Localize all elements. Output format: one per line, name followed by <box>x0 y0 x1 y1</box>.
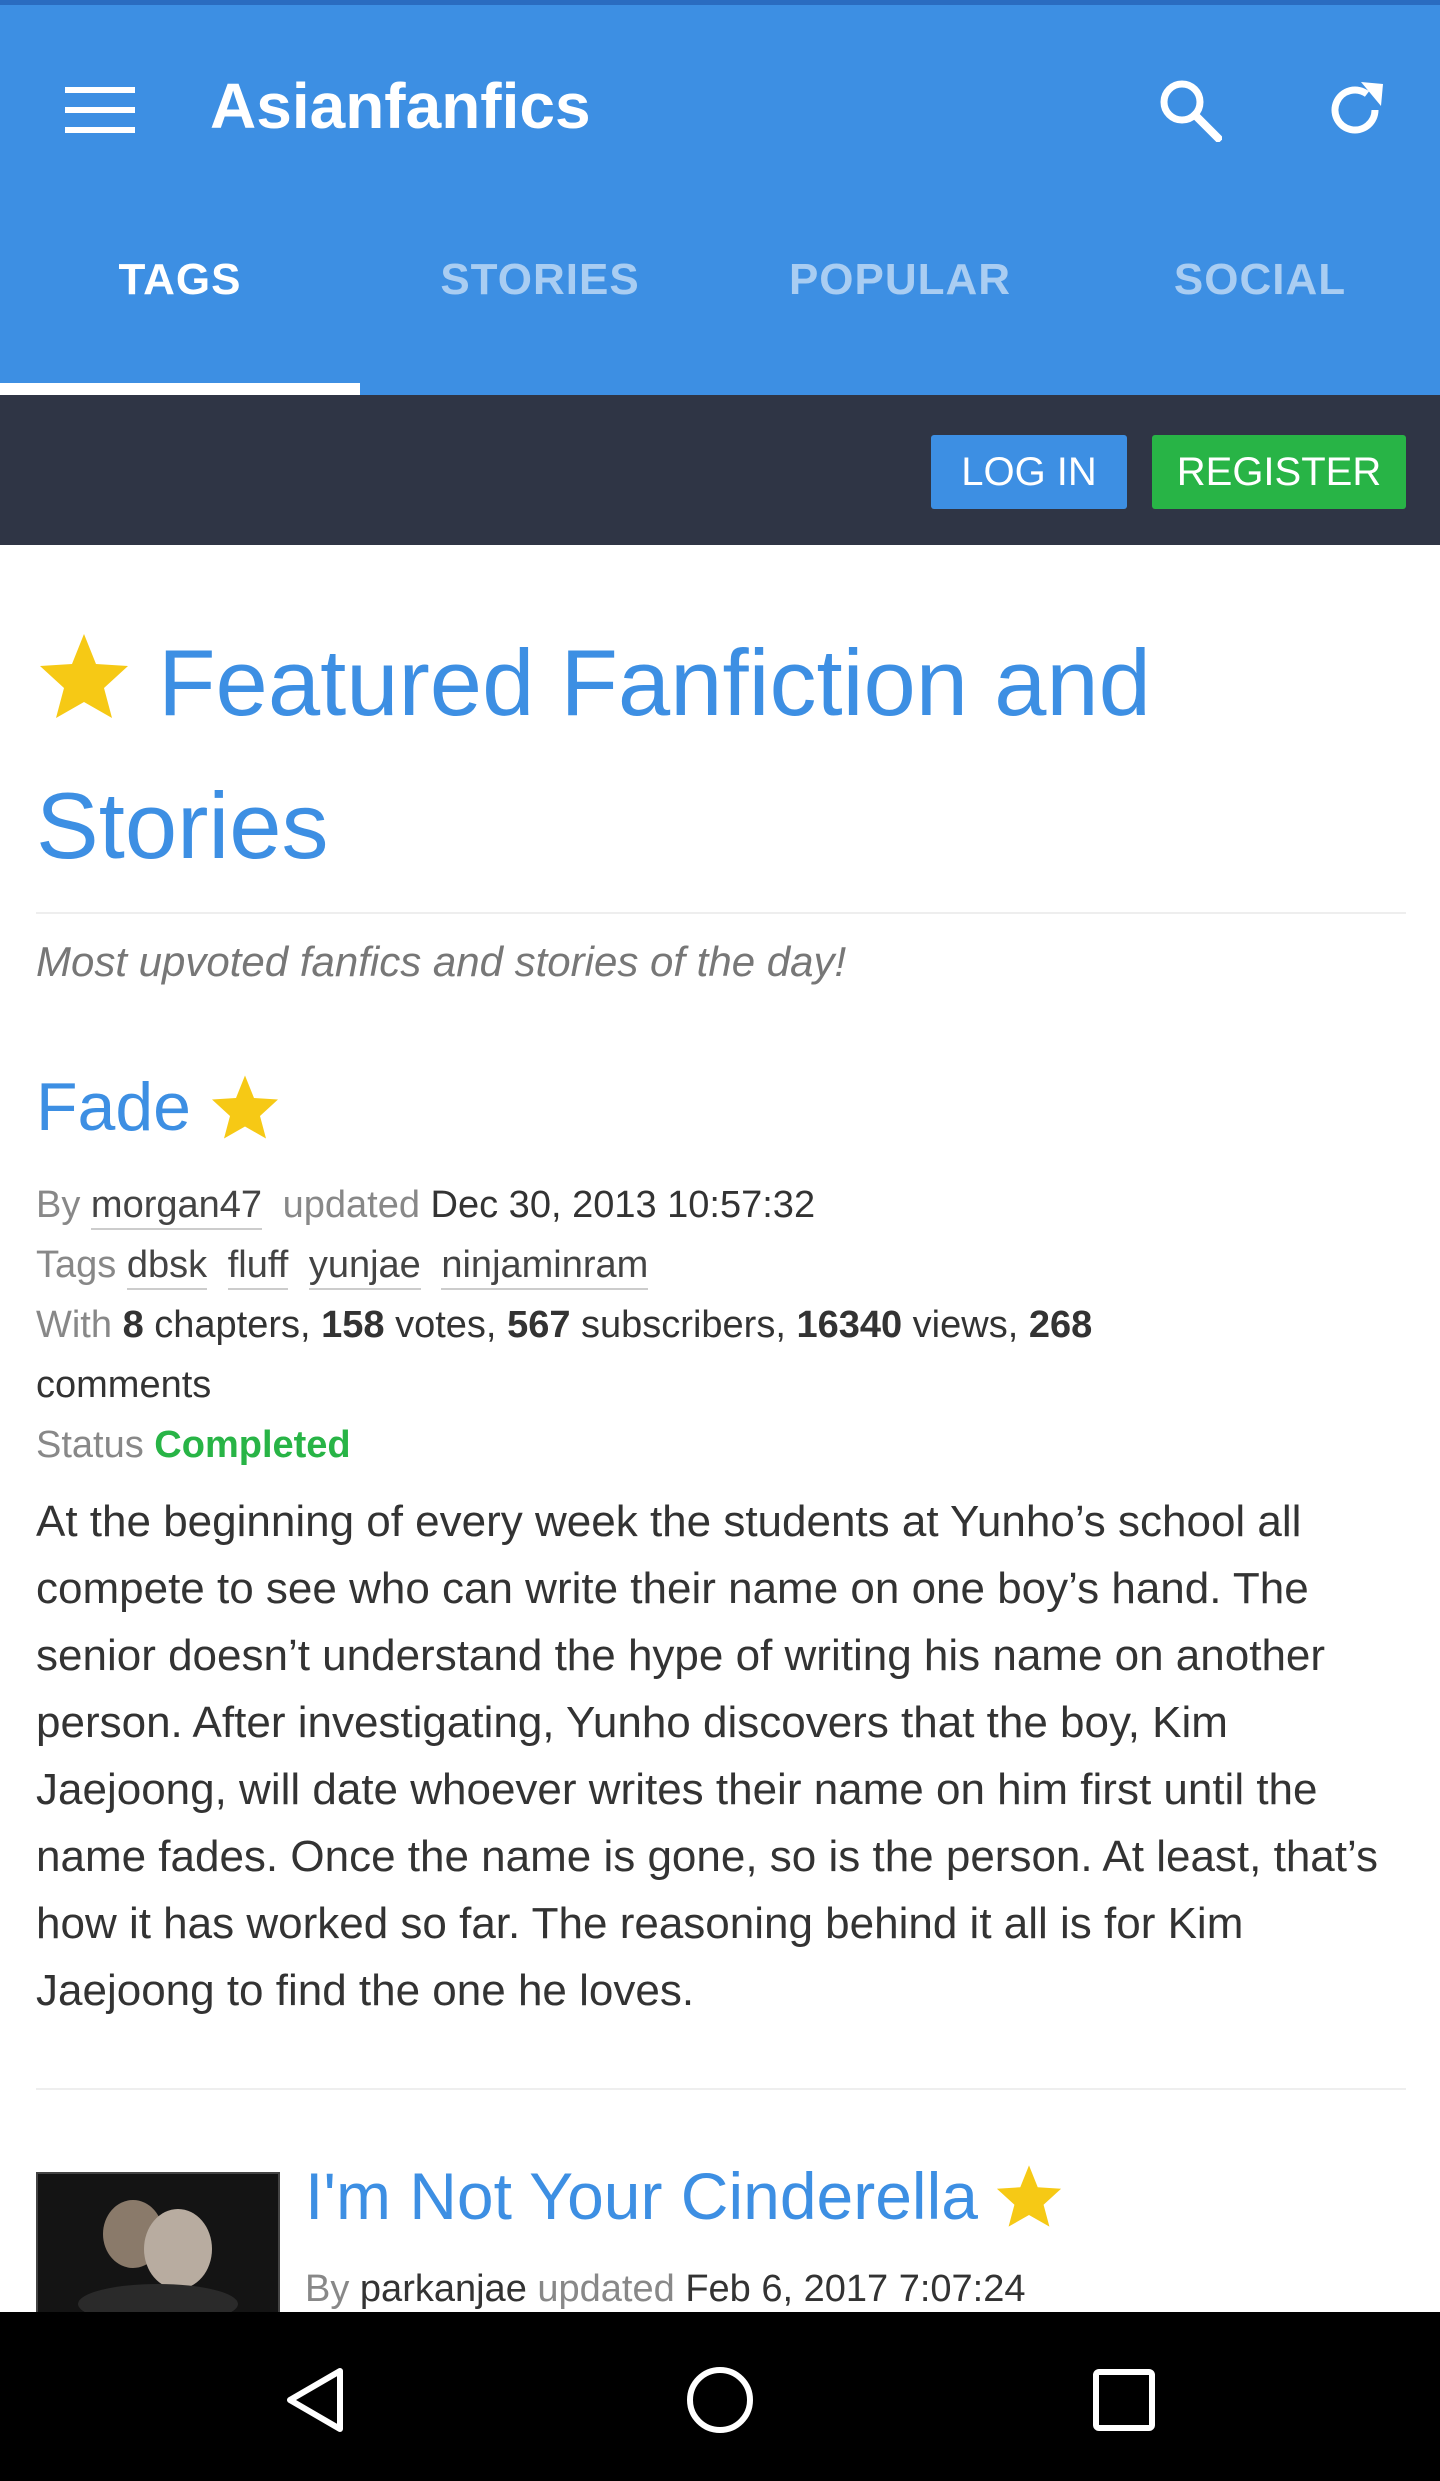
story-thumbnail[interactable] <box>36 2172 280 2314</box>
story-card-fade: Fade <box>36 1068 281 1146</box>
story-author-line: By morgan47 updated Dec 30, 2013 10:57:3… <box>36 1175 1406 1235</box>
story-card-cinderella: I'm Not Your Cinderella <box>305 2158 1064 2234</box>
with-label: With <box>36 1304 112 1346</box>
subscribers-count: 567 <box>507 1304 571 1346</box>
refresh-button[interactable] <box>1310 65 1400 155</box>
star-icon <box>212 1075 278 1139</box>
recents-icon <box>1093 2369 1155 2431</box>
featured-title-line1: Featured Fanfiction and <box>158 630 1151 735</box>
story-status: Status Completed <box>36 1415 1406 1475</box>
story-description: At the beginning of every week the stude… <box>36 1497 1378 2015</box>
updated-date: Feb 6, 2017 7:07:24 <box>685 2268 1026 2310</box>
star-icon <box>996 2165 1062 2227</box>
home-icon <box>687 2367 753 2433</box>
back-button[interactable] <box>266 2355 366 2445</box>
votes-count: 158 <box>321 1304 385 1346</box>
back-icon <box>287 2368 343 2432</box>
refresh-icon <box>1331 82 1383 134</box>
tag-link[interactable]: yunjae <box>308 1244 421 1290</box>
comments-count: 268 <box>1028 1304 1093 1346</box>
recents-button[interactable] <box>1074 2355 1174 2445</box>
star-icon <box>36 622 132 758</box>
updated-date: Dec 30, 2013 10:57:32 <box>430 1184 816 1226</box>
chapters-label: chapters, <box>154 1304 311 1346</box>
by-label: By <box>305 2268 350 2310</box>
votes-label: votes, <box>395 1304 497 1346</box>
menu-icon <box>65 87 135 133</box>
register-button[interactable]: REGISTER <box>1152 435 1406 509</box>
tab-popular[interactable]: POPULAR <box>720 210 1080 350</box>
status-badge: Completed <box>154 1424 351 1466</box>
login-button[interactable]: LOG IN <box>931 435 1127 509</box>
story-stats: With 8 chapters, 158 votes, 567 subscrib… <box>36 1295 1406 1415</box>
status-label: Status <box>36 1424 144 1466</box>
tab-social[interactable]: SOCIAL <box>1080 210 1440 350</box>
author-link[interactable]: morgan47 <box>90 1184 263 1230</box>
tag-link[interactable]: ninjaminram <box>441 1244 649 1290</box>
menu-button[interactable] <box>55 65 145 155</box>
tab-tags[interactable]: TAGS <box>0 210 360 350</box>
chapters-count: 8 <box>122 1304 144 1346</box>
featured-title-line2: Stories <box>36 773 329 879</box>
search-button[interactable] <box>1145 65 1235 155</box>
app-title: Asianfanfics <box>210 70 591 142</box>
story-title-link[interactable]: Fade <box>36 1068 191 1146</box>
tag-link[interactable]: dbsk <box>126 1244 208 1290</box>
subscribers-label: subscribers, <box>581 1304 786 1346</box>
divider <box>36 2088 1406 2090</box>
search-icon <box>1160 80 1222 142</box>
story-title-link[interactable]: I'm Not Your Cinderella <box>305 2158 978 2234</box>
by-label: By <box>36 1184 81 1226</box>
author-link[interactable]: parkanjae <box>360 2268 527 2310</box>
tab-indicator <box>0 383 360 395</box>
updated-label: updated <box>537 2268 675 2310</box>
comments-label: comments <box>36 1364 212 1406</box>
views-count: 16340 <box>796 1304 903 1346</box>
featured-subtitle: Most upvoted fanfics and stories of the … <box>36 938 847 985</box>
tag-link[interactable]: fluff <box>227 1244 289 1290</box>
updated-label: updated <box>282 1184 420 1226</box>
featured-heading: Featured Fanfiction and Stories <box>36 615 1336 894</box>
divider <box>36 912 1406 914</box>
views-label: views, <box>912 1304 1019 1346</box>
tab-bar: TAGS STORIES POPULAR SOCIAL <box>0 255 1440 395</box>
story-author-line: By parkanjae updated Feb 6, 2017 7:07:24 <box>305 2268 1026 2311</box>
tags-label: Tags <box>36 1244 117 1286</box>
story-tags-line: Tags dbsk fluff yunjae ninjaminram <box>36 1235 1406 1295</box>
home-button[interactable] <box>670 2355 770 2445</box>
tab-stories[interactable]: STORIES <box>360 210 720 350</box>
